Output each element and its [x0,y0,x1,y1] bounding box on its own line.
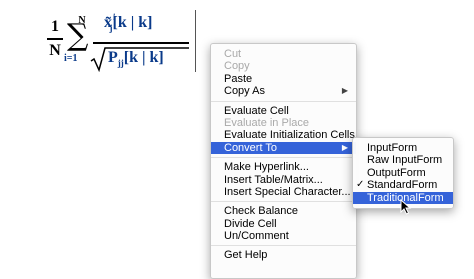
sum-lower-limit: i=1 [64,53,78,64]
menu-item-get-help[interactable]: Get Help [211,249,356,261]
menu-item-label: Insert Special Character... [224,185,351,198]
submenu-item-raw-inputform[interactable]: Raw InputForm [353,154,453,166]
menu-item-label: Evaluate in Place [224,116,309,129]
menu-item-label: OutputForm [367,166,426,179]
menu-item-convert-to[interactable]: Convert To ▶ [211,141,356,155]
fraction-bar [47,38,63,40]
menu-item-copy[interactable]: Copy [211,60,356,72]
fraction-numerator-one: 1 [51,18,59,35]
inner-numerator: x̃ij[k | k] [104,12,153,33]
denominator-symbol: P [108,49,118,66]
notebook-formula-cell[interactable]: 1 N N ∑ i=1 x̃ij[k | k] Pjj[k | k] [0,0,200,90]
menu-item-copy-as[interactable]: Copy As ▶ [211,85,356,97]
submenu-item-standardform[interactable]: ✓ StandardForm [353,179,453,191]
submenu-item-outputform[interactable]: OutputForm [353,167,453,179]
menu-item-label: Paste [224,72,253,85]
cell-bracket[interactable] [195,10,200,72]
fraction-denominator-n: N [49,41,61,59]
menu-item-label: Raw InputForm [367,154,443,167]
numerator-superscript: i [113,12,116,22]
denominator-subscript: jj [117,58,124,68]
menu-item-label: Un/Comment [224,230,289,243]
inner-fraction-bar [93,42,189,44]
menu-item-label: Convert To [224,141,277,154]
numerator-arguments: [k | k] [112,14,153,31]
menu-separator [211,100,356,102]
menu-item-label: Divide Cell [224,217,277,230]
menu-item-label: Insert Table/Matrix... [224,173,323,186]
menu-item-label: InputForm [367,142,418,154]
menu-item-paste[interactable]: Paste [211,73,356,85]
submenu-arrow-icon: ▶ [341,142,348,152]
sigma-symbol: ∑ [67,18,89,53]
menu-item-label: Check Balance [224,205,298,218]
denominator-arguments: [k | k] [123,49,164,66]
submenu-item-inputform[interactable]: InputForm [353,142,453,154]
menu-item-evaluate-in-place[interactable]: Evaluate in Place [211,117,356,129]
submenu-arrow-icon: ▶ [341,86,348,96]
menu-item-make-hyperlink[interactable]: Make Hyperlink... [211,161,356,173]
menu-item-label: StandardForm [367,179,438,192]
radicand: Pjj[k | k] [108,49,164,68]
menu-item-divide-cell[interactable]: Divide Cell [211,218,356,230]
menu-item-label: Cut [224,48,242,60]
menu-item-label: Make Hyperlink... [224,161,309,174]
menu-item-cut[interactable]: Cut [211,48,356,60]
menu-item-insert-table-matrix[interactable]: Insert Table/Matrix... [211,174,356,186]
menu-item-label: Copy As [224,85,265,98]
menu-separator [211,201,356,203]
menu-item-insert-special-character[interactable]: Insert Special Character... [211,186,356,198]
menu-item-label: Evaluate Cell [224,104,289,117]
menu-item-un-comment[interactable]: Un/Comment [211,230,356,242]
menu-item-label: Evaluate Initialization Cells [224,129,355,142]
checkmark-icon: ✓ [356,179,365,191]
numerator-subscript: j [109,23,113,33]
menu-item-label: Copy [224,60,250,73]
menu-item-evaluate-cell[interactable]: Evaluate Cell [211,105,356,117]
menu-separator [211,157,356,159]
context-menu: Cut Copy Paste Copy As ▶ Evaluate Cell Ev… [210,43,357,279]
one-over-n-fraction: 1 N [47,18,63,60]
menu-separator [211,245,356,247]
menu-item-check-balance[interactable]: Check Balance [211,205,356,217]
menu-item-evaluate-initialization-cells[interactable]: Evaluate Initialization Cells [211,129,356,141]
mouse-pointer-icon [400,199,412,215]
